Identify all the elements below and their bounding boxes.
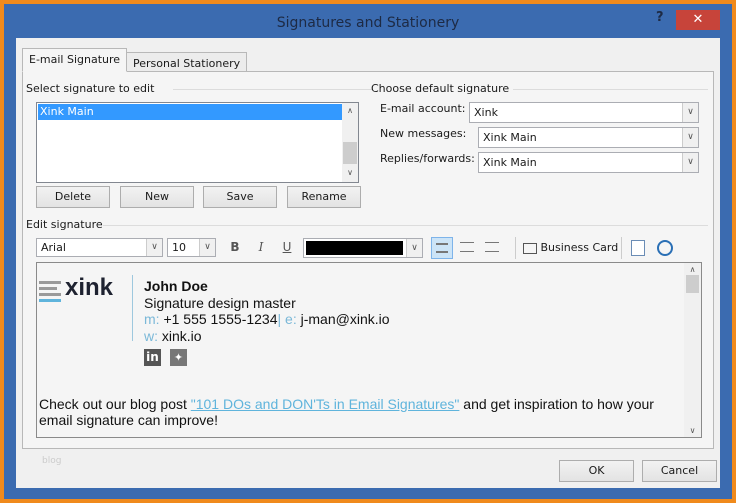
sig-title: Signature design master bbox=[144, 295, 296, 311]
delete-button[interactable]: Delete bbox=[36, 186, 110, 208]
new-button[interactable]: New bbox=[120, 186, 194, 208]
replies-label: Replies/forwards: bbox=[380, 152, 475, 165]
faint-label: blog bbox=[42, 456, 62, 466]
chevron-down-icon: ∨ bbox=[682, 103, 698, 122]
font-value: Arial bbox=[41, 241, 66, 254]
bold-button[interactable]: B bbox=[227, 240, 243, 254]
tab-panel: Select signature to edit Xink Main ∧ ∨ D… bbox=[22, 71, 714, 449]
close-button[interactable]: ✕ bbox=[676, 10, 720, 30]
account-label: E-mail account: bbox=[380, 102, 466, 115]
chevron-down-icon: ∨ bbox=[406, 239, 422, 257]
edit-signature-heading: Edit signature bbox=[26, 218, 103, 231]
chevron-down-icon: ∨ bbox=[682, 128, 698, 147]
underline-button[interactable]: U bbox=[279, 240, 295, 254]
blog-link[interactable]: "101 DOs and DON'Ts in Email Signatures" bbox=[191, 396, 460, 412]
font-color-select[interactable]: ∨ bbox=[303, 238, 423, 258]
sig-web: xink.io bbox=[161, 328, 202, 344]
signature-list[interactable]: Xink Main ∧ ∨ bbox=[36, 102, 359, 183]
blog-text: Check out our blog post "101 DOs and DON… bbox=[39, 396, 679, 428]
italic-button[interactable]: I bbox=[253, 240, 269, 254]
sig-web-line: w: xink.io bbox=[144, 328, 202, 344]
business-card-label: Business Card bbox=[540, 241, 619, 254]
chevron-down-icon: ∨ bbox=[682, 153, 698, 172]
chevron-down-icon: ∨ bbox=[146, 239, 162, 256]
tab-personal-stationery[interactable]: Personal Stationery bbox=[126, 52, 248, 72]
replies-value: Xink Main bbox=[483, 156, 537, 169]
sig-name: John Doe bbox=[144, 278, 208, 294]
rename-button[interactable]: Rename bbox=[287, 186, 361, 208]
align-left-button[interactable] bbox=[431, 237, 453, 259]
chevron-down-icon: ∨ bbox=[199, 239, 215, 256]
color-swatch bbox=[306, 241, 403, 255]
twitter-icon[interactable]: ✦ bbox=[170, 349, 187, 366]
window-title: Signatures and Stationery bbox=[276, 15, 460, 31]
help-button[interactable]: ? bbox=[656, 10, 664, 25]
linkedin-icon[interactable]: in bbox=[144, 349, 161, 366]
editor-scrollbar[interactable]: ∧ ∨ bbox=[684, 263, 701, 437]
list-scrollbar[interactable]: ∧ ∨ bbox=[342, 103, 358, 182]
default-signature-heading: Choose default signature bbox=[371, 82, 510, 95]
new-messages-label: New messages: bbox=[380, 127, 467, 140]
hyperlink-button[interactable] bbox=[657, 240, 673, 256]
list-item[interactable]: Xink Main bbox=[38, 104, 342, 120]
cancel-button[interactable]: Cancel bbox=[642, 460, 717, 482]
new-messages-select[interactable]: Xink Main ∨ bbox=[478, 127, 699, 148]
select-signature-heading: Select signature to edit bbox=[26, 82, 155, 95]
replies-select[interactable]: Xink Main ∨ bbox=[478, 152, 699, 173]
align-right-button[interactable] bbox=[485, 242, 499, 252]
dialog-body: E-mail Signature Personal Stationery Sel… bbox=[16, 38, 720, 488]
size-value: 10 bbox=[172, 241, 186, 254]
align-center-button[interactable] bbox=[460, 242, 474, 252]
account-select[interactable]: Xink ∨ bbox=[469, 102, 699, 123]
signature-editor[interactable]: xink John Doe Signature design master m:… bbox=[36, 262, 702, 438]
insert-picture-button[interactable] bbox=[631, 240, 645, 256]
account-value: Xink bbox=[474, 106, 498, 119]
business-card-icon bbox=[523, 242, 537, 254]
new-messages-value: Xink Main bbox=[483, 131, 537, 144]
xink-logo-mark bbox=[39, 281, 61, 302]
sig-phone: +1 555 1555-1234 bbox=[163, 311, 278, 327]
ok-button[interactable]: OK bbox=[559, 460, 634, 482]
save-button[interactable]: Save bbox=[203, 186, 277, 208]
phone-label: m: bbox=[144, 311, 160, 327]
email-label: e: bbox=[285, 311, 297, 327]
sig-contact: m: +1 555 1555-1234| e: j-man@xink.io bbox=[144, 311, 390, 327]
tab-email-signature[interactable]: E-mail Signature bbox=[22, 48, 128, 72]
dialog-window: Signatures and Stationery ? ✕ E-mail Sig… bbox=[4, 4, 732, 499]
sig-email: j-man@xink.io bbox=[300, 311, 390, 327]
business-card-button[interactable]: Business Card bbox=[523, 241, 618, 254]
xink-logo: xink bbox=[65, 274, 114, 301]
web-label: w: bbox=[144, 328, 158, 344]
font-select[interactable]: Arial ∨ bbox=[36, 238, 163, 257]
blog-pre: Check out our blog post bbox=[39, 396, 191, 412]
size-select[interactable]: 10 ∨ bbox=[167, 238, 216, 257]
